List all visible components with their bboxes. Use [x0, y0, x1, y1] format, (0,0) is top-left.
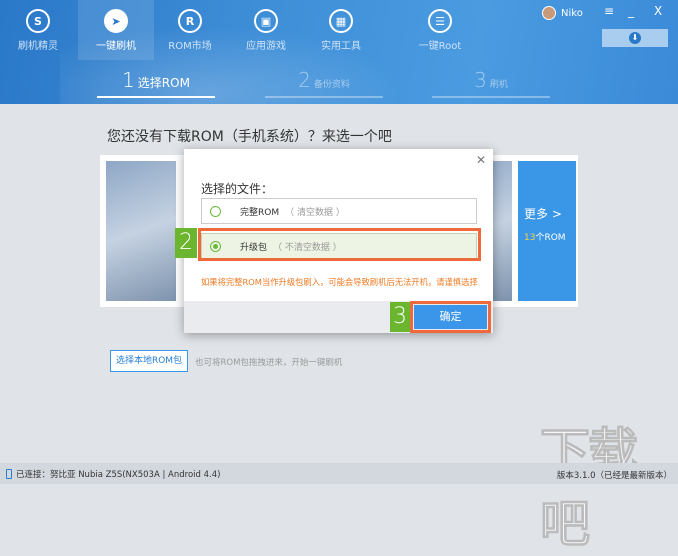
- nav-label: 应用游戏: [246, 41, 286, 52]
- option-note: （ 清空数据 ）: [285, 207, 345, 218]
- step-backup: 2 备份资料: [265, 68, 383, 98]
- step-number: 2: [298, 68, 311, 92]
- step-label: 刷机: [489, 80, 508, 90]
- user-profile[interactable]: Niko: [542, 6, 583, 20]
- more-label: 更多 >: [524, 207, 562, 221]
- drag-hint: 也可将ROM包拖拽进来，开始一键刷机: [195, 358, 343, 368]
- step-number: 1: [122, 68, 135, 92]
- option-full-rom[interactable]: 完整ROM （ 清空数据 ）: [201, 198, 477, 224]
- option-label: 完整ROM: [240, 207, 280, 218]
- user-name: Niko: [561, 7, 583, 19]
- nav-label: 一键Root: [418, 41, 462, 52]
- warning-text: 如果将完整ROM当作升级包刷入，可能会导致刷机后无法开机，请谨慎选择: [201, 277, 478, 287]
- download-icon: ⬇: [629, 32, 641, 44]
- avatar: [542, 6, 556, 20]
- header: S 刷机精灵 ➤ 一键刷机 R ROM市场 ▣ 应用游戏 ▦ 实用工具 ☰ 一键Root N…: [0, 0, 678, 104]
- page-heading: 您还没有下载ROM（手机系统）？来选一个吧: [107, 129, 392, 145]
- nav-label: 刷机精灵: [18, 41, 58, 52]
- cursor-icon: ➤: [104, 9, 128, 33]
- phone-icon: [6, 468, 12, 479]
- annotation-badge-2: 2: [175, 228, 197, 258]
- connection-status: 已连接：努比亚 Nubia Z5S(NX503A | Android 4.4): [16, 469, 221, 480]
- nav-one-click-flash[interactable]: ➤ 一键刷机: [78, 0, 154, 60]
- nav-label: ROM市场: [168, 41, 212, 52]
- rom-icon: R: [178, 9, 202, 33]
- minimize-button[interactable]: _: [628, 4, 634, 18]
- shield-icon: S: [26, 9, 50, 33]
- dialog-title: 选择的文件：: [201, 182, 274, 196]
- menu-icon[interactable]: ≡: [604, 4, 614, 18]
- more-roms-button[interactable]: 更多 > 13个ROM: [518, 161, 576, 301]
- status-bar: 已连接：努比亚 Nubia Z5S(NX503A | Android 4.4) …: [0, 463, 678, 484]
- nav-rom-market[interactable]: R ROM市场: [152, 0, 228, 60]
- nav-root[interactable]: ☰ 一键Root: [402, 0, 478, 60]
- step-number: 3: [474, 68, 487, 92]
- annotation-badge-3: 3: [390, 302, 410, 332]
- close-window-button[interactable]: X: [654, 4, 662, 18]
- step-flash: 3 刷机: [432, 68, 550, 98]
- nav-label: 一键刷机: [96, 41, 136, 52]
- nav-apps-games[interactable]: ▣ 应用游戏: [228, 0, 304, 60]
- grid-icon: ▦: [329, 9, 353, 33]
- confirm-button[interactable]: 确定: [410, 301, 491, 333]
- step-label: 备份资料: [313, 80, 350, 90]
- nav-label: 实用工具: [321, 41, 361, 52]
- android-icon: ☰: [428, 9, 452, 33]
- rom-thumbnail[interactable]: [106, 161, 176, 301]
- download-button[interactable]: ⬇: [602, 29, 668, 47]
- step-select-rom: 1 选择ROM: [97, 68, 215, 98]
- radio-button[interactable]: [210, 205, 221, 217]
- nav-flash-wizard[interactable]: S 刷机精灵: [0, 0, 76, 60]
- select-local-rom-button[interactable]: 选择本地ROM包: [110, 350, 188, 372]
- bag-icon: ▣: [254, 9, 278, 33]
- rom-count: 13个ROM: [524, 233, 566, 243]
- watermark-logo: 下载吧: [540, 423, 639, 554]
- close-icon[interactable]: ✕: [476, 153, 486, 167]
- nav-tools[interactable]: ▦ 实用工具: [303, 0, 379, 60]
- version-label: 版本3.1.0（已经是最新版本）: [556, 471, 672, 481]
- highlight-box: [198, 228, 481, 261]
- step-label: 选择ROM: [137, 76, 190, 90]
